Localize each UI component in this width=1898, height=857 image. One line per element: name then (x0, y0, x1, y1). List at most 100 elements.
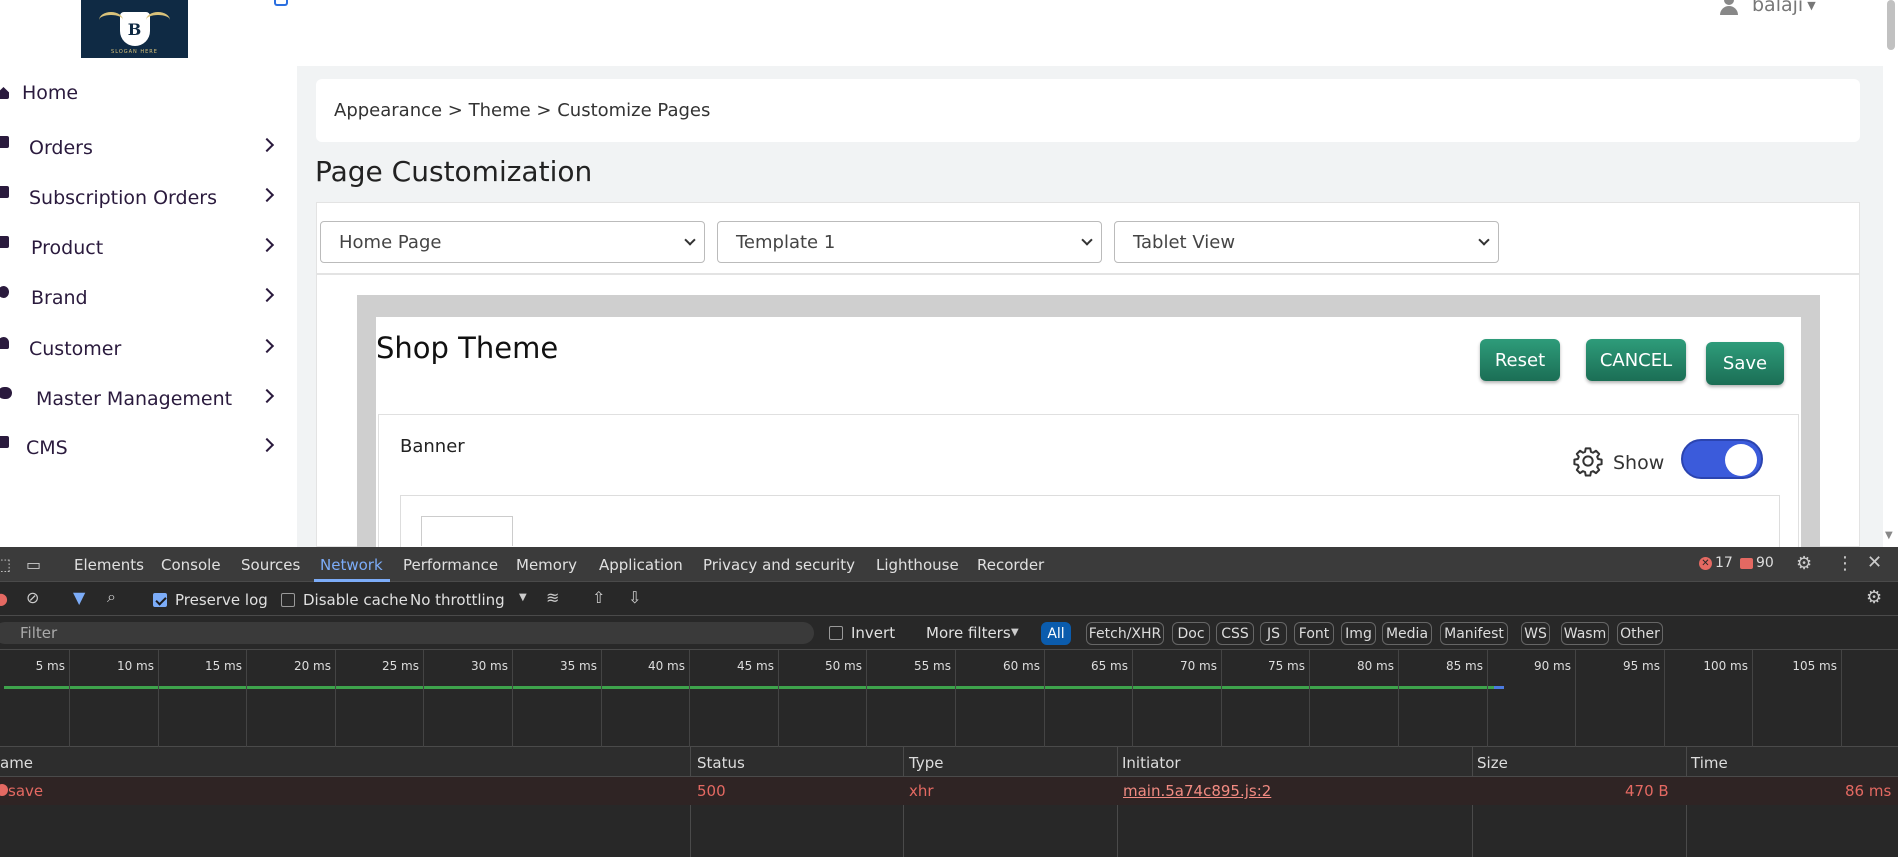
disable-cache-checkbox[interactable] (281, 593, 295, 607)
column-header-initiator[interactable]: Initiator (1122, 754, 1181, 772)
filter-type-img[interactable]: Img (1341, 622, 1376, 645)
tab-performance[interactable]: Performance (403, 556, 498, 574)
throttling-select[interactable]: No throttling (410, 591, 505, 609)
sidebar-item-orders[interactable]: Orders (0, 128, 290, 168)
warning-count-badge[interactable]: 90 (1740, 555, 1774, 571)
scroll-down-arrow-icon[interactable]: ▼ (1885, 530, 1893, 541)
timeline-gridline (955, 650, 956, 747)
network-settings-icon[interactable]: ⚙ (1866, 587, 1882, 608)
filter-type-js[interactable]: JS (1260, 622, 1287, 645)
chevron-down-icon (684, 234, 696, 246)
tab-application[interactable]: Application (599, 556, 683, 574)
chevron-right-icon (259, 187, 275, 203)
error-status-icon (0, 784, 8, 796)
page-scrollbar-thumb[interactable] (1887, 0, 1895, 50)
sidebar-item-master-management[interactable]: Master Management (0, 379, 290, 419)
settings-gear-icon[interactable]: ⚙ (1796, 553, 1812, 574)
filter-type-wasm[interactable]: Wasm (1561, 622, 1609, 645)
toggle-knob (1725, 444, 1757, 476)
more-options-icon[interactable]: ⋮ (1836, 553, 1854, 574)
calendar-icon[interactable] (274, 0, 288, 6)
file-icon (0, 436, 9, 448)
caret-down-icon: ▼ (1011, 627, 1019, 638)
filter-type-css[interactable]: CSS (1216, 622, 1254, 645)
tab-console[interactable]: Console (161, 556, 221, 574)
invert-checkbox[interactable] (829, 626, 843, 640)
preserve-log-checkbox[interactable] (153, 593, 167, 607)
theme-card: Shop Theme Reset CANCEL Save Banner Show (376, 317, 1801, 547)
show-toggle[interactable] (1681, 439, 1763, 479)
page-scrollbar[interactable] (1883, 0, 1898, 547)
sidebar-item-home[interactable]: Home (0, 73, 290, 113)
filter-type-manifest[interactable]: Manifest (1440, 622, 1508, 645)
filter-type-media[interactable]: Media (1382, 622, 1432, 645)
network-conditions-icon[interactable]: ≋ (546, 588, 559, 607)
network-overview-timeline[interactable]: 5 ms 10 ms 15 ms 20 ms 25 ms 30 ms 35 ms 40 ms 4… (0, 650, 1898, 747)
inspect-element-icon[interactable]: ⬚ (0, 555, 11, 574)
filter-input[interactable]: Filter (0, 622, 814, 644)
filter-type-ws[interactable]: WS (1521, 622, 1550, 645)
table-row[interactable]: save 500 xhr main.5a74c895.js:2 470 B 86… (0, 777, 1898, 805)
filter-type-doc[interactable]: Doc (1172, 622, 1210, 645)
timeline-gridline (1752, 650, 1753, 747)
filter-icon[interactable]: ▼ (73, 588, 85, 607)
column-header-status[interactable]: Status (697, 754, 745, 772)
search-icon[interactable]: ⌕ (107, 587, 116, 607)
more-filters-button[interactable]: More filters (926, 624, 1011, 642)
tab-network[interactable]: Network (320, 556, 383, 574)
error-count-badge[interactable]: ✕ 17 (1699, 555, 1733, 571)
column-header-time[interactable]: Time (1691, 754, 1728, 772)
request-name[interactable]: save (8, 782, 43, 800)
reset-button[interactable]: Reset (1480, 339, 1560, 381)
chevron-down-icon (1081, 234, 1093, 246)
template-select[interactable]: Template 1 (717, 221, 1102, 263)
save-button[interactable]: Save (1706, 342, 1784, 385)
sidebar-item-customer[interactable]: Customer (0, 329, 290, 369)
request-initiator-link[interactable]: main.5a74c895.js:2 (1123, 782, 1271, 800)
chevron-down-icon[interactable]: ▼ (519, 592, 527, 603)
timeline-gridline (1132, 650, 1133, 747)
tab-elements[interactable]: Elements (74, 556, 144, 574)
sidebar-item-subscription-orders[interactable]: Subscription Orders (0, 178, 290, 218)
cancel-button[interactable]: CANCEL (1586, 339, 1686, 381)
chevron-right-icon (259, 237, 275, 253)
view-select[interactable]: Tablet View (1114, 221, 1499, 263)
column-header-size[interactable]: Size (1477, 754, 1508, 772)
sidebar-item-cms[interactable]: CMS (0, 428, 290, 468)
network-filter-bar: Filter Invert More filters ▼ All Fetch/X… (0, 616, 1898, 650)
tab-recorder[interactable]: Recorder (977, 556, 1044, 574)
tab-privacy-and-security[interactable]: Privacy and security (703, 556, 855, 574)
close-icon[interactable]: ✕ (1867, 552, 1882, 573)
tab-lighthouse[interactable]: Lighthouse (876, 556, 959, 574)
breadcrumb-text: Appearance > Theme > Customize Pages (334, 100, 711, 121)
sidebar-item-brand[interactable]: Brand (0, 278, 290, 318)
column-header-name[interactable]: ame (0, 754, 33, 772)
preview-frame: Shop Theme Reset CANCEL Save Banner Show (357, 295, 1820, 547)
tab-sources[interactable]: Sources (241, 556, 300, 574)
record-icon[interactable]: ● (0, 589, 8, 608)
filter-type-fetch-xhr[interactable]: Fetch/XHR (1086, 622, 1164, 645)
device-toolbar-icon[interactable]: ▭ (26, 555, 41, 574)
gear-icon[interactable] (1572, 445, 1604, 477)
request-size: 470 B (1625, 782, 1669, 800)
banner-content-box (400, 495, 1780, 547)
banner-tab[interactable] (421, 516, 513, 546)
upload-icon[interactable]: ⇧ (592, 588, 605, 607)
timeline-tick-label: 85 ms (1445, 659, 1483, 673)
filter-type-font[interactable]: Font (1294, 622, 1334, 645)
user-menu[interactable]: balaji ▼ (1718, 0, 1816, 16)
column-header-type[interactable]: Type (909, 754, 943, 772)
page-select[interactable]: Home Page (320, 221, 705, 263)
sidebar-item-product[interactable]: Product (0, 228, 290, 268)
box-icon (0, 236, 9, 248)
filter-type-other[interactable]: Other (1617, 622, 1663, 645)
main-content: Appearance > Theme > Customize Pages Pag… (297, 66, 1883, 547)
app-area: B SLOGAN HERE balaji ▼ ▼ Home Orders Sub… (0, 0, 1898, 547)
download-icon[interactable]: ⇩ (628, 588, 641, 607)
tab-memory[interactable]: Memory (516, 556, 577, 574)
timeline-gridline (246, 650, 247, 747)
user-icon (1718, 0, 1740, 15)
brand-logo[interactable]: B SLOGAN HERE (81, 0, 188, 58)
filter-type-all[interactable]: All (1041, 622, 1071, 645)
clear-icon[interactable]: ⊘ (26, 588, 39, 607)
